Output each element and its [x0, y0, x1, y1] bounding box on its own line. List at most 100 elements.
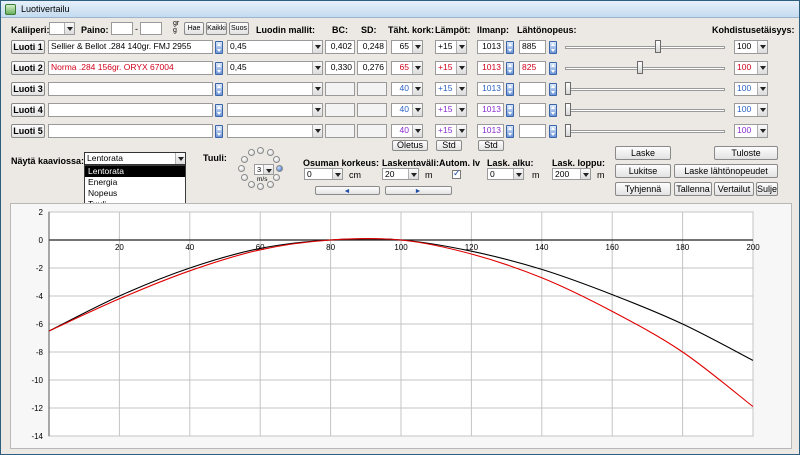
luoti-2-speed-slider[interactable]	[563, 60, 727, 76]
luoti-2-speed[interactable]: 825	[519, 61, 546, 75]
luoti-1-press[interactable]: 1013	[477, 40, 504, 54]
luoti-1-name[interactable]: Sellier & Bellot .284 140gr. FMJ 2955	[48, 40, 213, 54]
luoti-3-zero-select[interactable]: 100	[734, 82, 768, 96]
luoti-2-aim-select[interactable]: 65	[391, 61, 423, 75]
luoti-4-press-spinner[interactable]	[506, 104, 514, 117]
luoti-3-bc[interactable]	[325, 82, 355, 96]
wind-direction-option[interactable]	[247, 149, 255, 157]
luoti-3-name-spinner[interactable]	[215, 83, 223, 96]
tuloste-button[interactable]: Tuloste	[714, 146, 778, 160]
lask-alku-select[interactable]: 0	[487, 168, 524, 180]
luoti-1-temp-select[interactable]: +15	[435, 40, 467, 54]
luoti-5-name-spinner[interactable]	[215, 125, 223, 138]
oletus-button[interactable]: Oletus	[392, 140, 428, 151]
luoti-1-name-spinner[interactable]	[215, 41, 223, 54]
nayta-option[interactable]: Energia	[85, 177, 185, 188]
nayta-select[interactable]: Lentorata	[84, 152, 186, 165]
luoti-5-model-select[interactable]	[227, 124, 323, 138]
wind-direction-option[interactable]	[240, 174, 248, 182]
slider-thumb[interactable]	[637, 61, 643, 74]
laske-lahtonopeudet-button[interactable]: Laske lähtönopeudet	[674, 164, 778, 178]
luoti-4-speed-spinner[interactable]	[549, 104, 557, 117]
luoti-4-sd[interactable]	[357, 103, 387, 117]
luoti-5-name[interactable]	[48, 124, 213, 138]
luoti-1-speed-slider[interactable]	[563, 39, 727, 55]
prev-button[interactable]: ◄	[315, 186, 380, 195]
kaikki-button[interactable]: Kaikki	[206, 22, 227, 35]
wind-direction-option[interactable]	[257, 146, 264, 154]
luoti-4-speed-slider[interactable]	[563, 102, 727, 118]
luoti-3-speed-slider[interactable]	[563, 81, 727, 97]
luoti-2-bc[interactable]: 0,330	[325, 61, 355, 75]
wind-direction-option[interactable]	[257, 183, 264, 191]
luoti-3-press[interactable]: 1013	[477, 82, 504, 96]
luoti-1-button[interactable]: Luoti 1	[11, 40, 45, 54]
wind-direction-option[interactable]	[266, 180, 274, 188]
luoti-3-sd[interactable]	[357, 82, 387, 96]
luoti-2-speed-spinner[interactable]	[549, 62, 557, 75]
luoti-5-sd[interactable]	[357, 124, 387, 138]
slider-thumb[interactable]	[565, 82, 571, 95]
hae-button[interactable]: Hae	[184, 22, 204, 35]
paino-min-input[interactable]	[111, 22, 133, 35]
luoti-5-press[interactable]: 1013	[477, 124, 504, 138]
luoti-1-model-select[interactable]: 0,45	[227, 40, 323, 54]
luoti-3-temp-select[interactable]: +15	[435, 82, 467, 96]
std-press-button[interactable]: Std	[478, 140, 504, 151]
luoti-5-speed-slider[interactable]	[563, 123, 727, 139]
luoti-4-button[interactable]: Luoti 4	[11, 103, 45, 117]
wind-direction-option[interactable]	[273, 174, 281, 182]
luoti-3-model-select[interactable]	[227, 82, 323, 96]
luoti-5-button[interactable]: Luoti 5	[11, 124, 45, 138]
wind-speed-select[interactable]: 3	[254, 164, 274, 175]
luoti-4-name[interactable]	[48, 103, 213, 117]
luoti-4-zero-select[interactable]: 100	[734, 103, 768, 117]
tallenna-button[interactable]: Tallenna	[674, 182, 712, 196]
wind-direction-option[interactable]	[276, 165, 283, 172]
kaliiperi-select[interactable]	[49, 22, 75, 35]
luoti-4-temp-select[interactable]: +15	[435, 103, 467, 117]
luoti-5-press-spinner[interactable]	[506, 125, 514, 138]
next-button[interactable]: ►	[385, 186, 452, 195]
luoti-3-press-spinner[interactable]	[506, 83, 514, 96]
automlv-checkbox[interactable]	[452, 168, 461, 179]
laskentavali-select[interactable]: 20	[382, 168, 419, 180]
luoti-4-bc[interactable]	[325, 103, 355, 117]
laske-button[interactable]: Laske	[615, 146, 671, 160]
luoti-2-name[interactable]: Norma .284 156gr. ORYX 67004	[48, 61, 213, 75]
luoti-1-bc[interactable]: 0,402	[325, 40, 355, 54]
luoti-4-press[interactable]: 1013	[477, 103, 504, 117]
luoti-2-press[interactable]: 1013	[477, 61, 504, 75]
osuman-select[interactable]: 0	[304, 168, 343, 180]
paino-max-input[interactable]	[140, 22, 162, 35]
vertailut-button[interactable]: Vertailut	[714, 182, 754, 196]
slider-thumb[interactable]	[655, 40, 661, 53]
wind-direction-option[interactable]	[247, 180, 255, 188]
luoti-3-aim-select[interactable]: 40	[391, 82, 423, 96]
luoti-2-sd[interactable]: 0,276	[357, 61, 387, 75]
luoti-2-temp-select[interactable]: +15	[435, 61, 467, 75]
suos-button[interactable]: Suos	[229, 22, 249, 35]
luoti-4-aim-select[interactable]: 40	[391, 103, 423, 117]
tyhjenna-button[interactable]: Tyhjennä	[615, 182, 671, 196]
luoti-4-model-select[interactable]	[227, 103, 323, 117]
unit-g-option[interactable]: g	[173, 27, 177, 34]
luoti-5-speed-spinner[interactable]	[549, 125, 557, 138]
slider-thumb[interactable]	[565, 103, 571, 116]
luoti-2-button[interactable]: Luoti 2	[11, 61, 45, 75]
nayta-option[interactable]: Lentorata	[85, 166, 185, 177]
luoti-1-sd[interactable]: 0,248	[357, 40, 387, 54]
luoti-2-zero-select[interactable]: 100	[734, 61, 768, 75]
luoti-5-speed[interactable]	[519, 124, 546, 138]
wind-direction-option[interactable]	[273, 155, 281, 163]
luoti-1-speed[interactable]: 885	[519, 40, 546, 54]
std-temp-button[interactable]: Std	[436, 140, 462, 151]
wind-direction-option[interactable]	[240, 155, 248, 163]
lask-loppu-select[interactable]: 200	[552, 168, 591, 180]
luoti-5-aim-select[interactable]: 40	[391, 124, 423, 138]
luoti-4-speed[interactable]	[519, 103, 546, 117]
luoti-2-model-select[interactable]: 0,45	[227, 61, 323, 75]
luoti-3-name[interactable]	[48, 82, 213, 96]
luoti-1-press-spinner[interactable]	[506, 41, 514, 54]
luoti-1-speed-spinner[interactable]	[549, 41, 557, 54]
